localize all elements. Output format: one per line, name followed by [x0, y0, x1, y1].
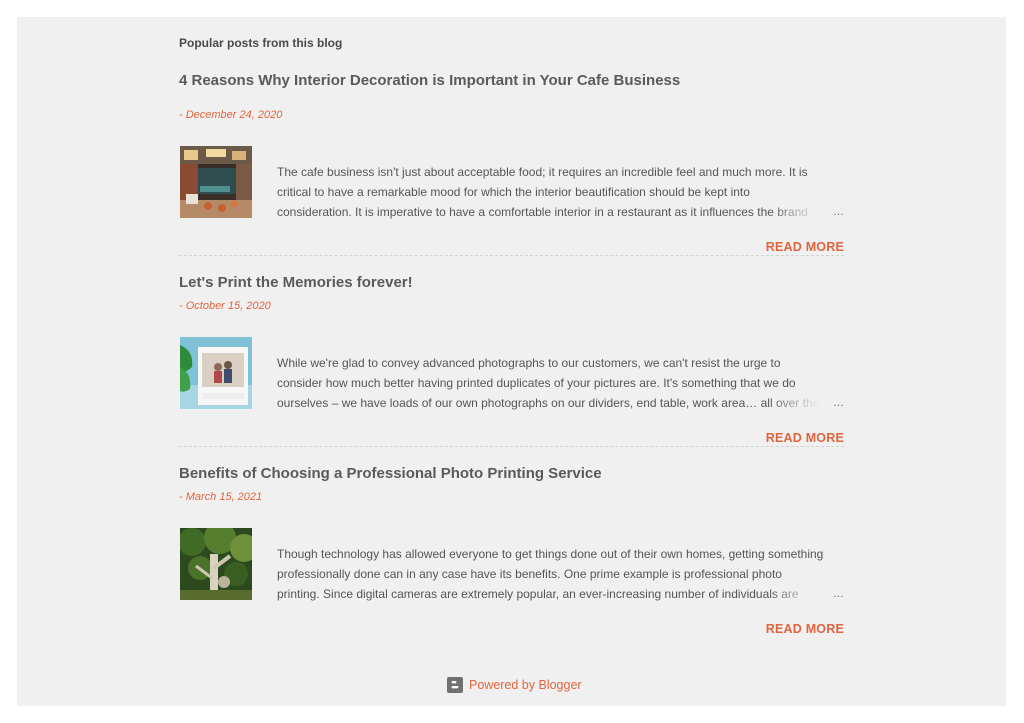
- powered-by-blogger-link[interactable]: Powered by Blogger: [447, 677, 582, 693]
- snippet-line: professionally done can in any case have…: [277, 567, 782, 581]
- post-date[interactable]: - October 15, 2020: [179, 300, 271, 312]
- snippet-line-text: ourselves – we have loads of our own pho…: [277, 396, 820, 410]
- snippet-line-last: consideration. It is imperative to have …: [277, 202, 844, 222]
- snippet-line-text: consideration. It is imperative to have …: [277, 205, 808, 219]
- snippet-ellipsis: …: [828, 202, 844, 222]
- snippet-fade: [768, 393, 828, 413]
- post-snippet: The cafe business isn't just about accep…: [277, 162, 844, 222]
- tree-nature-thumbnail[interactable]: [180, 528, 252, 600]
- snippet-line: While we're glad to convey advanced phot…: [277, 356, 781, 370]
- post-title[interactable]: Benefits of Choosing a Professional Phot…: [179, 465, 602, 482]
- post-date[interactable]: - March 15, 2021: [179, 491, 262, 503]
- snippet-fade: [768, 202, 828, 222]
- post-title[interactable]: Let's Print the Memories forever!: [179, 274, 413, 291]
- post-divider: [179, 255, 844, 256]
- snippet-line: Though technology has allowed everyone t…: [277, 547, 824, 561]
- snippet-ellipsis: …: [828, 584, 844, 604]
- snippet-line-last: printing. Since digital cameras are extr…: [277, 584, 844, 604]
- snippet-line: The cafe business isn't just about accep…: [277, 165, 808, 179]
- post-divider: [179, 446, 844, 447]
- read-more-link[interactable]: READ MORE: [766, 431, 844, 445]
- snippet-line: consider how much better having printed …: [277, 376, 796, 390]
- printed-photo-thumbnail[interactable]: [180, 337, 252, 409]
- snippet-line-text: printing. Since digital cameras are extr…: [277, 587, 799, 601]
- read-more-link[interactable]: READ MORE: [766, 240, 844, 254]
- post-snippet: While we're glad to convey advanced phot…: [277, 353, 844, 413]
- popular-posts-panel: Popular posts from this blog 4 Reasons W…: [17, 17, 1006, 706]
- snippet-line-last: ourselves – we have loads of our own pho…: [277, 393, 844, 413]
- snippet-ellipsis: …: [828, 393, 844, 413]
- footer-text[interactable]: Powered by Blogger: [469, 678, 582, 692]
- read-more-link[interactable]: READ MORE: [766, 622, 844, 636]
- blogger-icon: [447, 677, 463, 693]
- post-date[interactable]: - December 24, 2020: [179, 109, 282, 121]
- snippet-line: critical to have a remarkable mood for w…: [277, 185, 750, 199]
- snippet-fade: [768, 584, 828, 604]
- section-title: Popular posts from this blog: [179, 36, 343, 50]
- post-title[interactable]: 4 Reasons Why Interior Decoration is Imp…: [179, 72, 680, 89]
- cafe-interior-thumbnail[interactable]: [180, 146, 252, 218]
- post-snippet: Though technology has allowed everyone t…: [277, 544, 844, 604]
